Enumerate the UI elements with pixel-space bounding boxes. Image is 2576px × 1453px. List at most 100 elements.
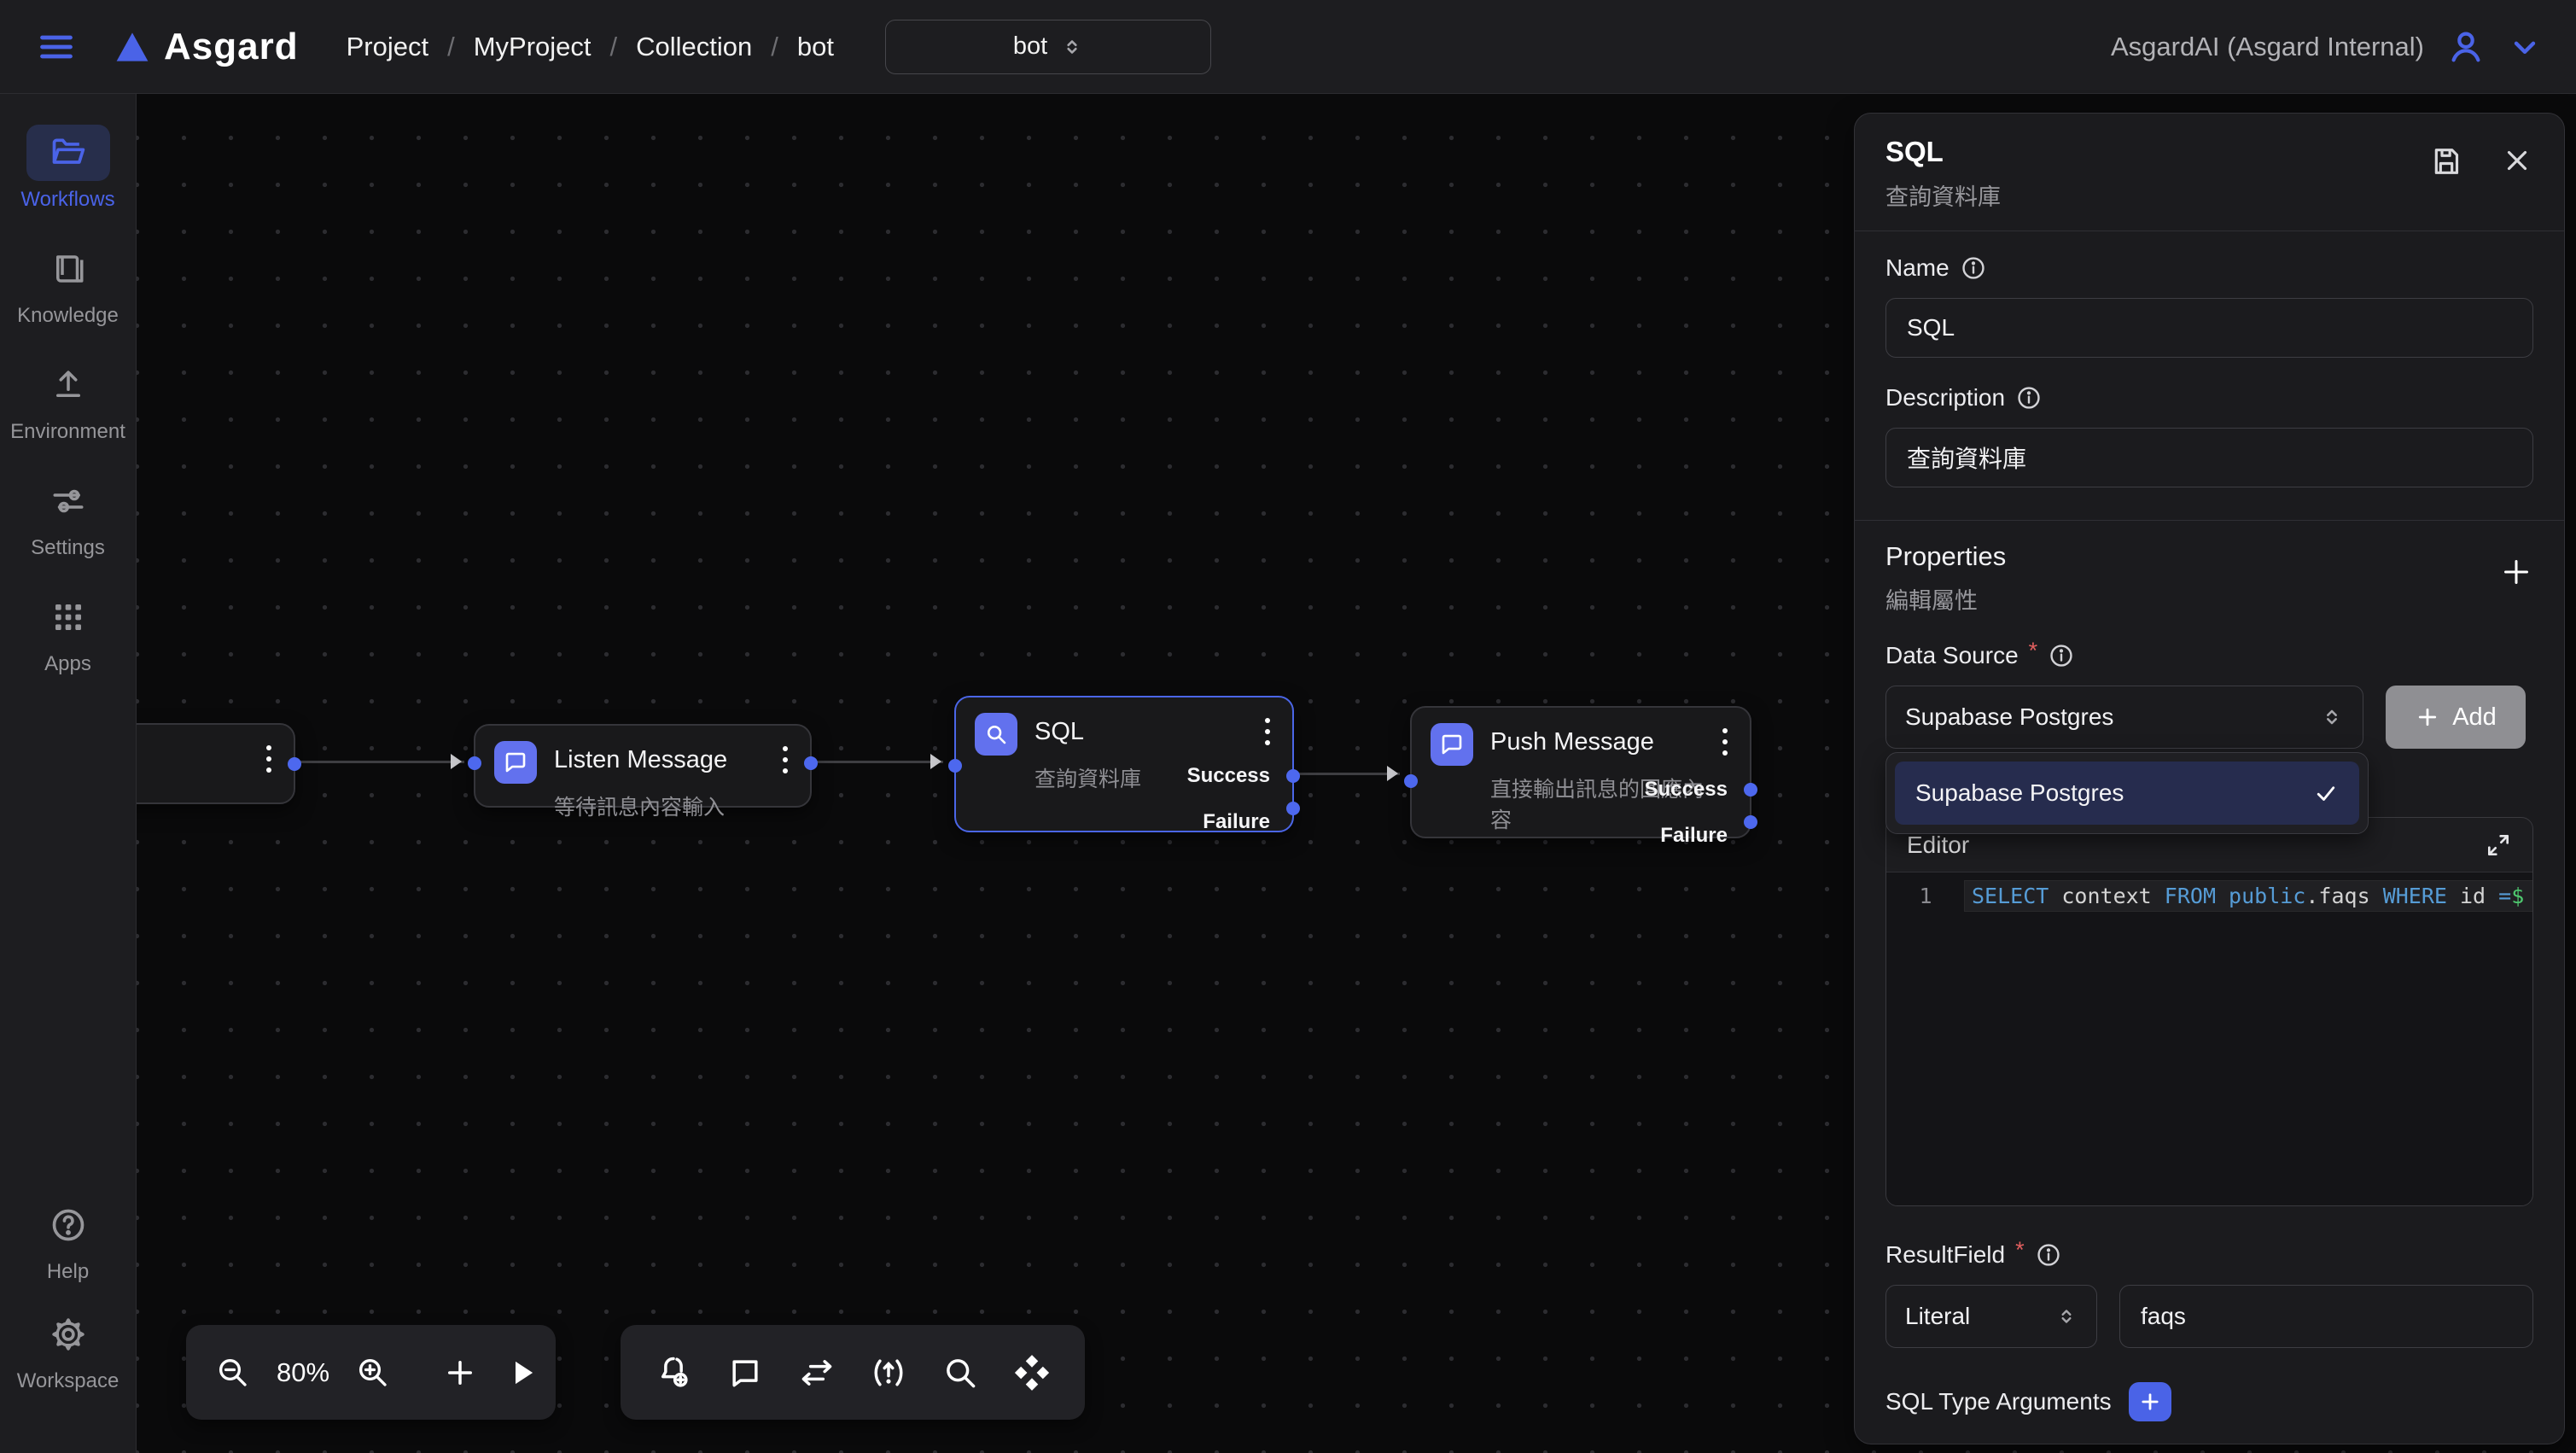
node-listen-message[interactable]: Listen Message 等待訊息內容輸入: [474, 724, 812, 808]
upload-icon: [50, 367, 86, 403]
output-port-failure[interactable]: [1744, 815, 1757, 829]
node-menu-icon[interactable]: [1719, 723, 1731, 761]
info-icon[interactable]: [2035, 1241, 2062, 1269]
hamburger-menu-icon[interactable]: [34, 28, 79, 66]
chat-bubble-icon: [1431, 723, 1473, 766]
select-caret-icon: [2055, 1305, 2078, 1328]
node-title: Listen Message: [554, 746, 727, 774]
edge-arrowhead: [451, 754, 462, 769]
zoom-in-button[interactable]: [355, 1355, 391, 1391]
output-port-success[interactable]: [1744, 783, 1757, 797]
account-menu[interactable]: AsgardAI (Asgard Internal): [2111, 27, 2542, 67]
gear-icon: [50, 1316, 87, 1353]
zoom-out-button[interactable]: [215, 1355, 251, 1391]
add-sql-type-argument-button[interactable]: [2129, 1382, 2171, 1421]
required-asterisk: *: [2029, 638, 2038, 664]
node-menu-icon[interactable]: [1262, 713, 1273, 750]
sidebar-item-settings[interactable]: Settings: [0, 473, 136, 560]
logo-text: Asgard: [164, 26, 299, 68]
data-source-value: Supabase Postgres: [1905, 703, 2113, 731]
run-workflow-button[interactable]: [504, 1355, 539, 1391]
code-line[interactable]: SELECT context FROM public.faqs WHERE id…: [1965, 881, 2532, 911]
notification-add-button[interactable]: [655, 1354, 692, 1392]
result-field-input[interactable]: [2119, 1285, 2533, 1348]
sidebar-item-workspace[interactable]: Workspace: [0, 1306, 136, 1393]
search-button[interactable]: [941, 1354, 979, 1392]
workflow-select[interactable]: bot: [885, 20, 1211, 74]
comment-button[interactable]: [726, 1354, 764, 1392]
output-success-label: Success: [1187, 764, 1270, 788]
dropdown-option-supabase-postgres[interactable]: Supabase Postgres: [1895, 762, 2359, 825]
line-number: 1: [1886, 884, 1965, 908]
node-partial[interactable]: [137, 723, 295, 804]
sidebar-item-workflows[interactable]: Workflows: [0, 125, 136, 212]
panel-subtitle: 查詢資料庫: [1885, 178, 2001, 212]
output-port-failure[interactable]: [1286, 802, 1300, 815]
info-icon[interactable]: [2048, 642, 2075, 669]
info-icon[interactable]: [1960, 254, 1987, 282]
output-success-label: Success: [1645, 778, 1728, 802]
node-menu-icon[interactable]: [263, 740, 275, 778]
output-port-success[interactable]: [1286, 769, 1300, 783]
sidebar: Workflows Knowledge Environment Settings…: [0, 94, 137, 1453]
sidebar-item-help[interactable]: Help: [0, 1197, 136, 1284]
node-menu-icon[interactable]: [779, 741, 791, 779]
node-push-message[interactable]: Push Message 直接輸出訊息的回應內容 Success Failure: [1410, 706, 1751, 838]
result-field-label: ResultField: [1885, 1241, 2005, 1269]
tools-toolbar: [621, 1325, 1085, 1420]
grid-dots-icon: [51, 600, 85, 634]
sql-editor[interactable]: Editor 1 SELECT context FROM public.faqs…: [1885, 817, 2533, 1206]
panel-divider: [1855, 520, 2564, 521]
properties-title: Properties: [1885, 541, 2006, 572]
sliders-icon: [50, 483, 86, 519]
panel-title: SQL: [1885, 136, 2001, 168]
input-port[interactable]: [468, 756, 481, 770]
magnifier-icon: [975, 713, 1017, 756]
zoom-level: 80%: [277, 1357, 329, 1388]
save-icon[interactable]: [2429, 144, 2463, 212]
edge-start-to-listen: [300, 761, 464, 763]
folder-open-icon: [50, 134, 87, 172]
sidebar-item-apps[interactable]: Apps: [0, 589, 136, 676]
expand-icon[interactable]: [2485, 832, 2512, 859]
breadcrumb: Project / MyProject / Collection / bot: [347, 32, 834, 62]
code-area[interactable]: 1 SELECT context FROM public.faqs WHERE …: [1886, 872, 2532, 1206]
breadcrumb-project[interactable]: Project: [347, 32, 428, 62]
description-input[interactable]: [1885, 428, 2533, 487]
properties-subtitle: 編輯屬性: [1885, 582, 2006, 616]
result-field-type-select[interactable]: Literal: [1885, 1285, 2097, 1348]
sidebar-item-knowledge[interactable]: Knowledge: [0, 241, 136, 328]
edge-sql-success-to-push: [1296, 773, 1400, 775]
data-source-dropdown: Supabase Postgres: [1885, 752, 2369, 834]
add-node-button[interactable]: [442, 1355, 478, 1391]
locate-focus-button[interactable]: [870, 1354, 907, 1392]
sidebar-item-environment[interactable]: Environment: [0, 357, 136, 444]
name-input[interactable]: [1885, 298, 2533, 358]
edge-listen-to-sql: [813, 761, 943, 763]
input-port[interactable]: [948, 759, 962, 773]
data-source-select[interactable]: Supabase Postgres: [1885, 686, 2363, 749]
breadcrumb-bot[interactable]: bot: [797, 32, 834, 62]
question-circle-icon: [50, 1206, 87, 1244]
input-port[interactable]: [1404, 774, 1418, 788]
info-icon[interactable]: [2015, 384, 2043, 411]
add-data-source-button[interactable]: Add: [2386, 686, 2526, 749]
select-caret-icon: [1061, 36, 1083, 58]
output-port[interactable]: [804, 756, 818, 770]
swap-connections-button[interactable]: [798, 1354, 836, 1392]
node-sql[interactable]: SQL 查詢資料庫 Success Failure: [954, 696, 1294, 832]
logo-triangle-icon: [113, 29, 152, 65]
sql-type-arguments-label: SQL Type Arguments: [1885, 1388, 2112, 1415]
output-failure-label: Failure: [1203, 810, 1270, 834]
close-icon[interactable]: [2501, 144, 2533, 212]
user-icon: [2446, 27, 2486, 67]
data-source-label: Data Source: [1885, 642, 2019, 669]
required-asterisk: *: [2015, 1237, 2025, 1263]
auto-layout-button[interactable]: [1013, 1354, 1051, 1392]
result-field-type-value: Literal: [1905, 1303, 1970, 1330]
add-property-button[interactable]: [2499, 541, 2533, 589]
breadcrumb-myproject[interactable]: MyProject: [474, 32, 592, 62]
breadcrumb-collection[interactable]: Collection: [636, 32, 752, 62]
plus-icon: [2415, 704, 2440, 730]
output-port[interactable]: [288, 757, 301, 771]
